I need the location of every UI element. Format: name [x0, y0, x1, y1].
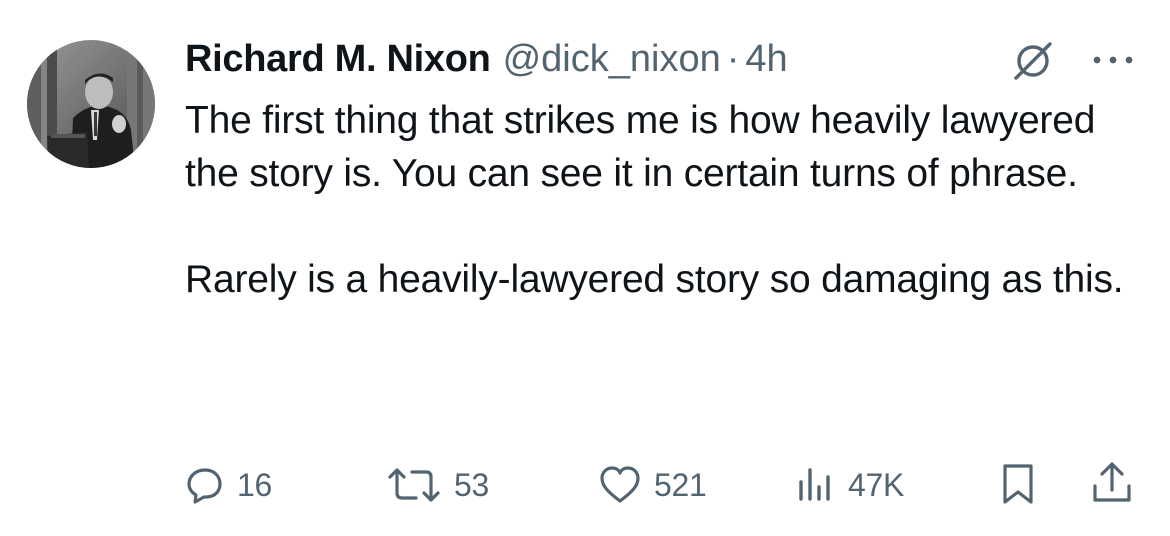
tweet-paragraph: Rarely is a heavily-lawyered story so da…	[185, 258, 1124, 301]
separator-dot: ·	[726, 37, 740, 80]
repost-button[interactable]: 53	[386, 460, 489, 510]
views-button[interactable]: 47K	[796, 460, 904, 510]
grok-icon[interactable]	[1010, 38, 1056, 84]
reply-count: 16	[237, 466, 272, 503]
tweet-paragraph: The first thing that strikes me is how h…	[185, 99, 1096, 195]
views-count: 47K	[848, 466, 905, 503]
share-icon[interactable]	[1090, 460, 1134, 506]
views-icon	[799, 468, 830, 501]
timestamp[interactable]: 4h	[745, 38, 787, 81]
tweet-header: Richard M. Nixon @dick_nixon · 4h	[185, 34, 788, 84]
reply-button[interactable]: 16	[185, 460, 272, 510]
tweet-text: The first thing that strikes me is how h…	[185, 94, 1145, 306]
handle[interactable]: @dick_nixon	[503, 38, 721, 81]
reply-icon	[187, 468, 222, 504]
like-count: 521	[654, 466, 707, 503]
like-button[interactable]: 521	[598, 460, 707, 510]
display-name[interactable]: Richard M. Nixon	[185, 38, 491, 81]
repost-count: 53	[454, 466, 489, 503]
avatar[interactable]	[27, 40, 155, 168]
repost-icon	[388, 468, 440, 502]
heart-icon	[600, 466, 640, 503]
avatar-photo-icon	[27, 40, 155, 168]
bookmark-icon[interactable]	[998, 462, 1038, 506]
more-icon[interactable]	[1086, 48, 1140, 72]
